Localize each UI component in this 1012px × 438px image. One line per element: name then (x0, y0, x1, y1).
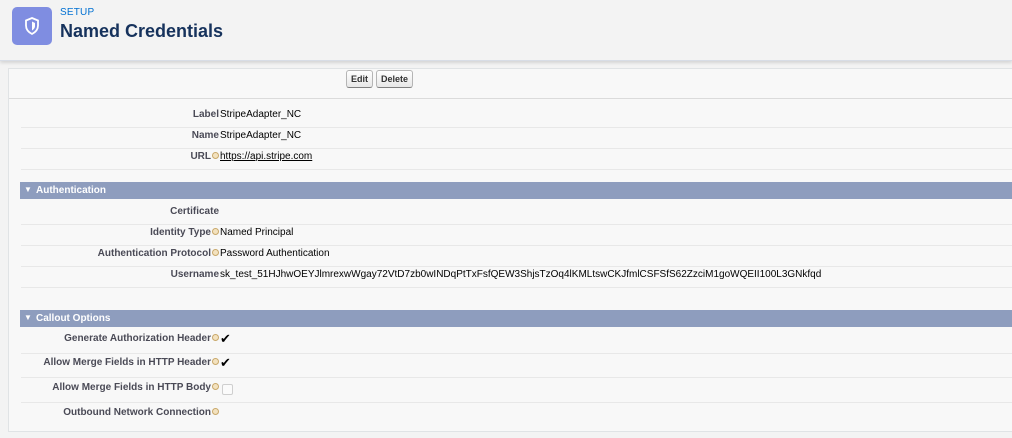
section-title: Callout Options (36, 313, 111, 324)
merge-header-value: ✔ (220, 355, 231, 373)
field-label-with-help: Generate Authorization Header (64, 333, 219, 344)
label-row: Label StripeAdapter_NC (21, 109, 1012, 128)
field-label: Label (192, 109, 219, 120)
certificate-row: Certificate (21, 206, 1012, 225)
button-row: Edit Delete (9, 69, 1012, 99)
name-row: Name StripeAdapter_NC (21, 130, 1012, 149)
field-label: Identity Type (150, 227, 211, 238)
help-icon[interactable] (212, 358, 219, 365)
edit-button[interactable]: Edit (346, 70, 373, 88)
field-label-with-help: Authentication Protocol (98, 248, 219, 259)
help-icon[interactable] (212, 249, 219, 256)
checkmark-icon: ✔ (220, 331, 231, 346)
section-authentication[interactable]: ▼ Authentication (20, 182, 1012, 199)
field-label: Authentication Protocol (97, 248, 211, 259)
field-label-with-help: Identity Type (150, 227, 219, 238)
help-icon[interactable] (212, 334, 219, 341)
checkmark-icon: ✔ (220, 355, 231, 370)
field-label: Outbound Network Connection (63, 407, 211, 418)
shield-icon (12, 7, 52, 45)
help-icon[interactable] (212, 408, 219, 415)
field-label-with-help: URL (190, 151, 219, 162)
field-label-with-help: Outbound Network Connection (63, 407, 219, 418)
field-label: Allow Merge Fields in HTTP Body (52, 382, 211, 393)
field-label-with-help: Allow Merge Fields in HTTP Body (52, 382, 219, 393)
name-value: StripeAdapter_NC (220, 130, 302, 141)
triangle-down-icon[interactable]: ▼ (24, 185, 32, 194)
identity-type-value: Named Principal (220, 227, 294, 238)
field-label: URL (190, 151, 211, 162)
field-label: Username (170, 269, 219, 280)
gen-auth-header-value: ✔ (220, 331, 231, 349)
page-title: Named Credentials (60, 21, 224, 41)
url-value: https://api.stripe.com (220, 151, 312, 162)
page-header: SETUP Named Credentials (0, 0, 1012, 61)
field-label: Certificate (170, 206, 219, 217)
merge-body-value (220, 382, 233, 396)
detail-panel: Edit Delete Label StripeAdapter_NC Name … (8, 68, 1012, 432)
help-icon[interactable] (212, 152, 219, 159)
help-icon[interactable] (212, 383, 219, 390)
field-label-with-help: Allow Merge Fields in HTTP Header (43, 357, 219, 368)
auth-protocol-row: Authentication Protocol Password Authent… (21, 248, 1012, 267)
field-label: Name (191, 130, 219, 141)
gen-auth-header-row: Generate Authorization Header ✔ (21, 331, 1012, 354)
auth-protocol-value: Password Authentication (220, 248, 330, 259)
unchecked-checkbox (222, 384, 233, 395)
merge-header-row: Allow Merge Fields in HTTP Header ✔ (21, 355, 1012, 378)
help-icon[interactable] (212, 228, 219, 235)
url-row: URL https://api.stripe.com (21, 151, 1012, 170)
identity-type-row: Identity Type Named Principal (21, 227, 1012, 246)
url-link[interactable]: https://api.stripe.com (220, 151, 312, 162)
field-label: Allow Merge Fields in HTTP Header (43, 357, 211, 368)
header-eyebrow: SETUP (60, 7, 95, 18)
username-value: sk_test_51HJhwOEYJlmrexwWgay72VtD7zb0wIN… (220, 269, 822, 280)
delete-button[interactable]: Delete (376, 70, 414, 88)
section-title: Authentication (36, 185, 106, 196)
triangle-down-icon[interactable]: ▼ (24, 313, 32, 322)
label-value: StripeAdapter_NC (220, 109, 302, 120)
section-callout-options[interactable]: ▼ Callout Options (20, 310, 1012, 327)
field-label: Generate Authorization Header (64, 333, 211, 344)
merge-body-row: Allow Merge Fields in HTTP Body (21, 382, 1012, 403)
outbound-row: Outbound Network Connection (21, 407, 1012, 425)
username-row: Username sk_test_51HJhwOEYJlmrexwWgay72V… (21, 269, 1012, 288)
